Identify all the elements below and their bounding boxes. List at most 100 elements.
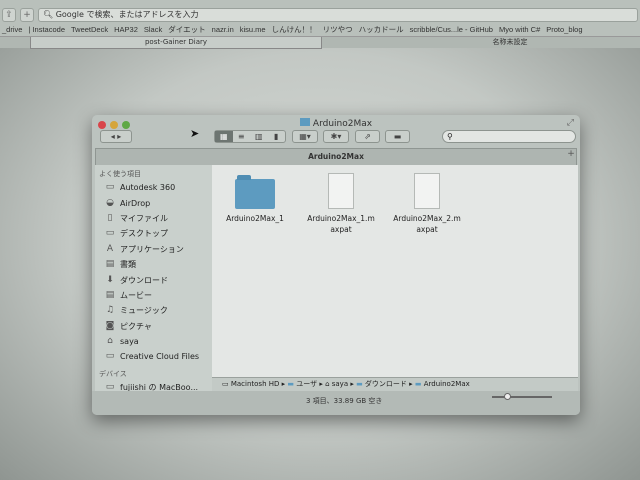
bookmark[interactable]: リツやつ bbox=[323, 23, 353, 36]
status-bar: 3 項目、33.89 GB 空き bbox=[92, 391, 580, 415]
slider-knob[interactable] bbox=[504, 393, 511, 400]
home-icon: ⌂ bbox=[325, 380, 332, 388]
download-icon: ⬇ bbox=[106, 274, 114, 285]
applications-icon: A bbox=[106, 243, 114, 254]
path-item[interactable]: ユーザ bbox=[296, 380, 317, 388]
file-name: Arduino2Max_1.maxpat bbox=[307, 214, 375, 234]
bookmark[interactable]: ダイエット bbox=[168, 23, 205, 36]
sidebar-item-documents[interactable]: ▤ 書類 bbox=[95, 257, 212, 272]
bookmark[interactable]: Myo with C# bbox=[499, 23, 540, 36]
icon-size-slider[interactable] bbox=[492, 393, 552, 400]
icon-view-icon[interactable]: ▦ bbox=[215, 131, 233, 142]
path-item[interactable]: saya bbox=[332, 380, 348, 388]
view-mode-control[interactable]: ▦ ≡ ▥ ▮ bbox=[214, 130, 286, 143]
sidebar-item-label: ミュージック bbox=[120, 306, 168, 316]
browser-tabs: post-Gainer Diary 名称未設定 bbox=[0, 36, 640, 49]
sidebar-item-label: 書類 bbox=[120, 260, 136, 270]
bookmark[interactable]: しんけん！！ bbox=[272, 23, 317, 36]
action-gear-button[interactable]: ✱▾ bbox=[323, 130, 349, 143]
back-icon[interactable]: ◂ bbox=[111, 132, 115, 141]
sidebar-item-music[interactable]: ♫ ミュージック bbox=[95, 303, 212, 318]
movies-icon: ▤ bbox=[105, 289, 115, 300]
document-icon bbox=[414, 173, 440, 209]
sidebar-item-pictures[interactable]: ◙ ピクチャ bbox=[95, 319, 212, 334]
desktop-icon: ▭ bbox=[105, 228, 115, 239]
airdrop-icon: ◒ bbox=[106, 197, 114, 208]
file-item[interactable]: Arduino2Max_2.maxpat bbox=[385, 173, 469, 235]
sidebar-item-autodesk-360[interactable]: ▭ Autodesk 360 bbox=[95, 180, 212, 195]
favorites-header: よく使う項目 bbox=[99, 170, 141, 178]
file-name: Arduino2Max_2.maxpat bbox=[393, 214, 461, 234]
browser-toolbar: ⇪ + 🔍︎ Google で検索、またはアドレスを入力 _drive | In… bbox=[0, 0, 640, 49]
bookmark[interactable]: kisu.me bbox=[240, 23, 266, 36]
home-icon: ⌂ bbox=[107, 336, 113, 347]
file-item[interactable]: Arduino2Max_1.maxpat bbox=[299, 173, 383, 235]
music-icon: ♫ bbox=[105, 305, 115, 316]
sidebar: よく使う項目 ▭ Autodesk 360 ◒ AirDrop ▯ マイファイル ▭ デ… bbox=[95, 165, 212, 397]
camera-icon: ◙ bbox=[105, 320, 115, 331]
folder-icon: ▬ bbox=[356, 380, 365, 388]
sidebar-item-airdrop[interactable]: ◒ AirDrop bbox=[95, 195, 212, 210]
folder-icon: ▭ bbox=[105, 182, 115, 193]
sidebar-item-movies[interactable]: ▤ ムービー bbox=[95, 288, 212, 303]
sidebar-item-label: デスクトップ bbox=[120, 229, 168, 239]
arrange-button[interactable]: ▦▾ bbox=[292, 130, 318, 143]
sidebar-item-label: ピクチャ bbox=[120, 321, 152, 331]
bookmark[interactable]: Slack bbox=[144, 23, 162, 36]
tags-button[interactable]: ▬ bbox=[385, 130, 410, 143]
bookmark[interactable]: _drive bbox=[2, 23, 22, 36]
new-tab-button[interactable]: + bbox=[565, 149, 577, 164]
window-title-text: Arduino2Max bbox=[312, 119, 373, 129]
bookmark[interactable]: | Instacode bbox=[28, 23, 65, 36]
new-tab-button[interactable]: + bbox=[20, 8, 34, 22]
share-button[interactable]: ⇪ bbox=[2, 8, 16, 22]
finder-tab[interactable]: Arduino2Max bbox=[95, 148, 577, 165]
tab-untitled[interactable]: 名称未設定 bbox=[470, 37, 550, 49]
bookmark[interactable]: TweetDeck bbox=[71, 23, 108, 36]
sidebar-item-all-my-files[interactable]: ▯ マイファイル bbox=[95, 211, 212, 226]
coverflow-view-icon[interactable]: ▮ bbox=[268, 131, 286, 142]
address-bar[interactable]: 🔍︎ Google で検索、またはアドレスを入力 bbox=[38, 8, 638, 22]
sidebar-item-label: AirDrop bbox=[120, 198, 151, 208]
search-icon: ⚲ bbox=[447, 132, 453, 141]
folder-icon: ▬ bbox=[414, 380, 424, 388]
bookmark[interactable]: nazr.in bbox=[212, 23, 234, 36]
window-title: Arduino2Max bbox=[92, 118, 580, 129]
column-view-icon[interactable]: ▥ bbox=[250, 131, 268, 142]
file-area: Arduino2Max_1 Arduino2Max_1.maxpat Ardui… bbox=[212, 165, 578, 377]
folder-icon: ▭ bbox=[105, 351, 115, 362]
all-files-icon: ▯ bbox=[107, 212, 113, 223]
document-icon bbox=[328, 173, 354, 209]
share-button[interactable]: ⇗ bbox=[355, 130, 380, 143]
sidebar-item-creative-cloud[interactable]: ▭ Creative Cloud Files bbox=[95, 349, 212, 364]
path-item[interactable]: Macintosh HD bbox=[231, 380, 280, 388]
fullscreen-icon[interactable]: ⤢ bbox=[567, 118, 574, 128]
finder-window: Arduino2Max ⤢ ◂ ▸ ▦ ≡ ▥ ▮ ▦▾ ✱▾ ⇗ ▬ ⚲ Ar… bbox=[92, 115, 580, 415]
sidebar-item-label: saya bbox=[120, 337, 139, 347]
status-text: 3 項目、33.89 GB 空き bbox=[306, 397, 383, 405]
bookmark[interactable]: Proto_blog bbox=[546, 23, 582, 36]
disk-icon: ▭ bbox=[222, 380, 231, 388]
devices-header: デバイス bbox=[99, 369, 127, 378]
bookmark[interactable]: ハッカドール bbox=[359, 23, 404, 36]
sidebar-item-desktop[interactable]: ▭ デスクトップ bbox=[95, 226, 212, 241]
folder-icon bbox=[235, 175, 275, 209]
forward-icon[interactable]: ▸ bbox=[117, 132, 121, 141]
sidebar-item-downloads[interactable]: ⬇ ダウンロード bbox=[95, 272, 212, 287]
path-bar: ▭ Macintosh HD ▸ ▬ ユーザ ▸ ⌂ saya ▸ ▬ ダウンロ… bbox=[212, 377, 578, 391]
tab-post-gainer-diary[interactable]: post-Gainer Diary bbox=[30, 37, 322, 49]
sidebar-item-applications[interactable]: A アプリケーション bbox=[95, 242, 212, 257]
list-view-icon[interactable]: ≡ bbox=[233, 131, 251, 142]
file-item[interactable]: Arduino2Max_1 bbox=[212, 173, 298, 224]
sidebar-item-label: ムービー bbox=[120, 290, 152, 300]
sidebar-item-label: ダウンロード bbox=[120, 275, 168, 285]
path-item[interactable]: ダウンロード bbox=[365, 380, 407, 388]
sidebar-item-label: マイファイル bbox=[120, 213, 168, 223]
search-field[interactable]: ⚲ bbox=[442, 130, 576, 143]
sidebar-item-home[interactable]: ⌂ saya bbox=[95, 334, 212, 349]
folder-icon: ▬ bbox=[287, 380, 297, 388]
back-forward-buttons[interactable]: ◂ ▸ bbox=[100, 130, 132, 143]
path-item[interactable]: Arduino2Max bbox=[424, 380, 470, 388]
bookmark[interactable]: scribble/Cus...le - GitHub bbox=[410, 23, 493, 36]
bookmark[interactable]: HAP32 bbox=[114, 23, 138, 36]
